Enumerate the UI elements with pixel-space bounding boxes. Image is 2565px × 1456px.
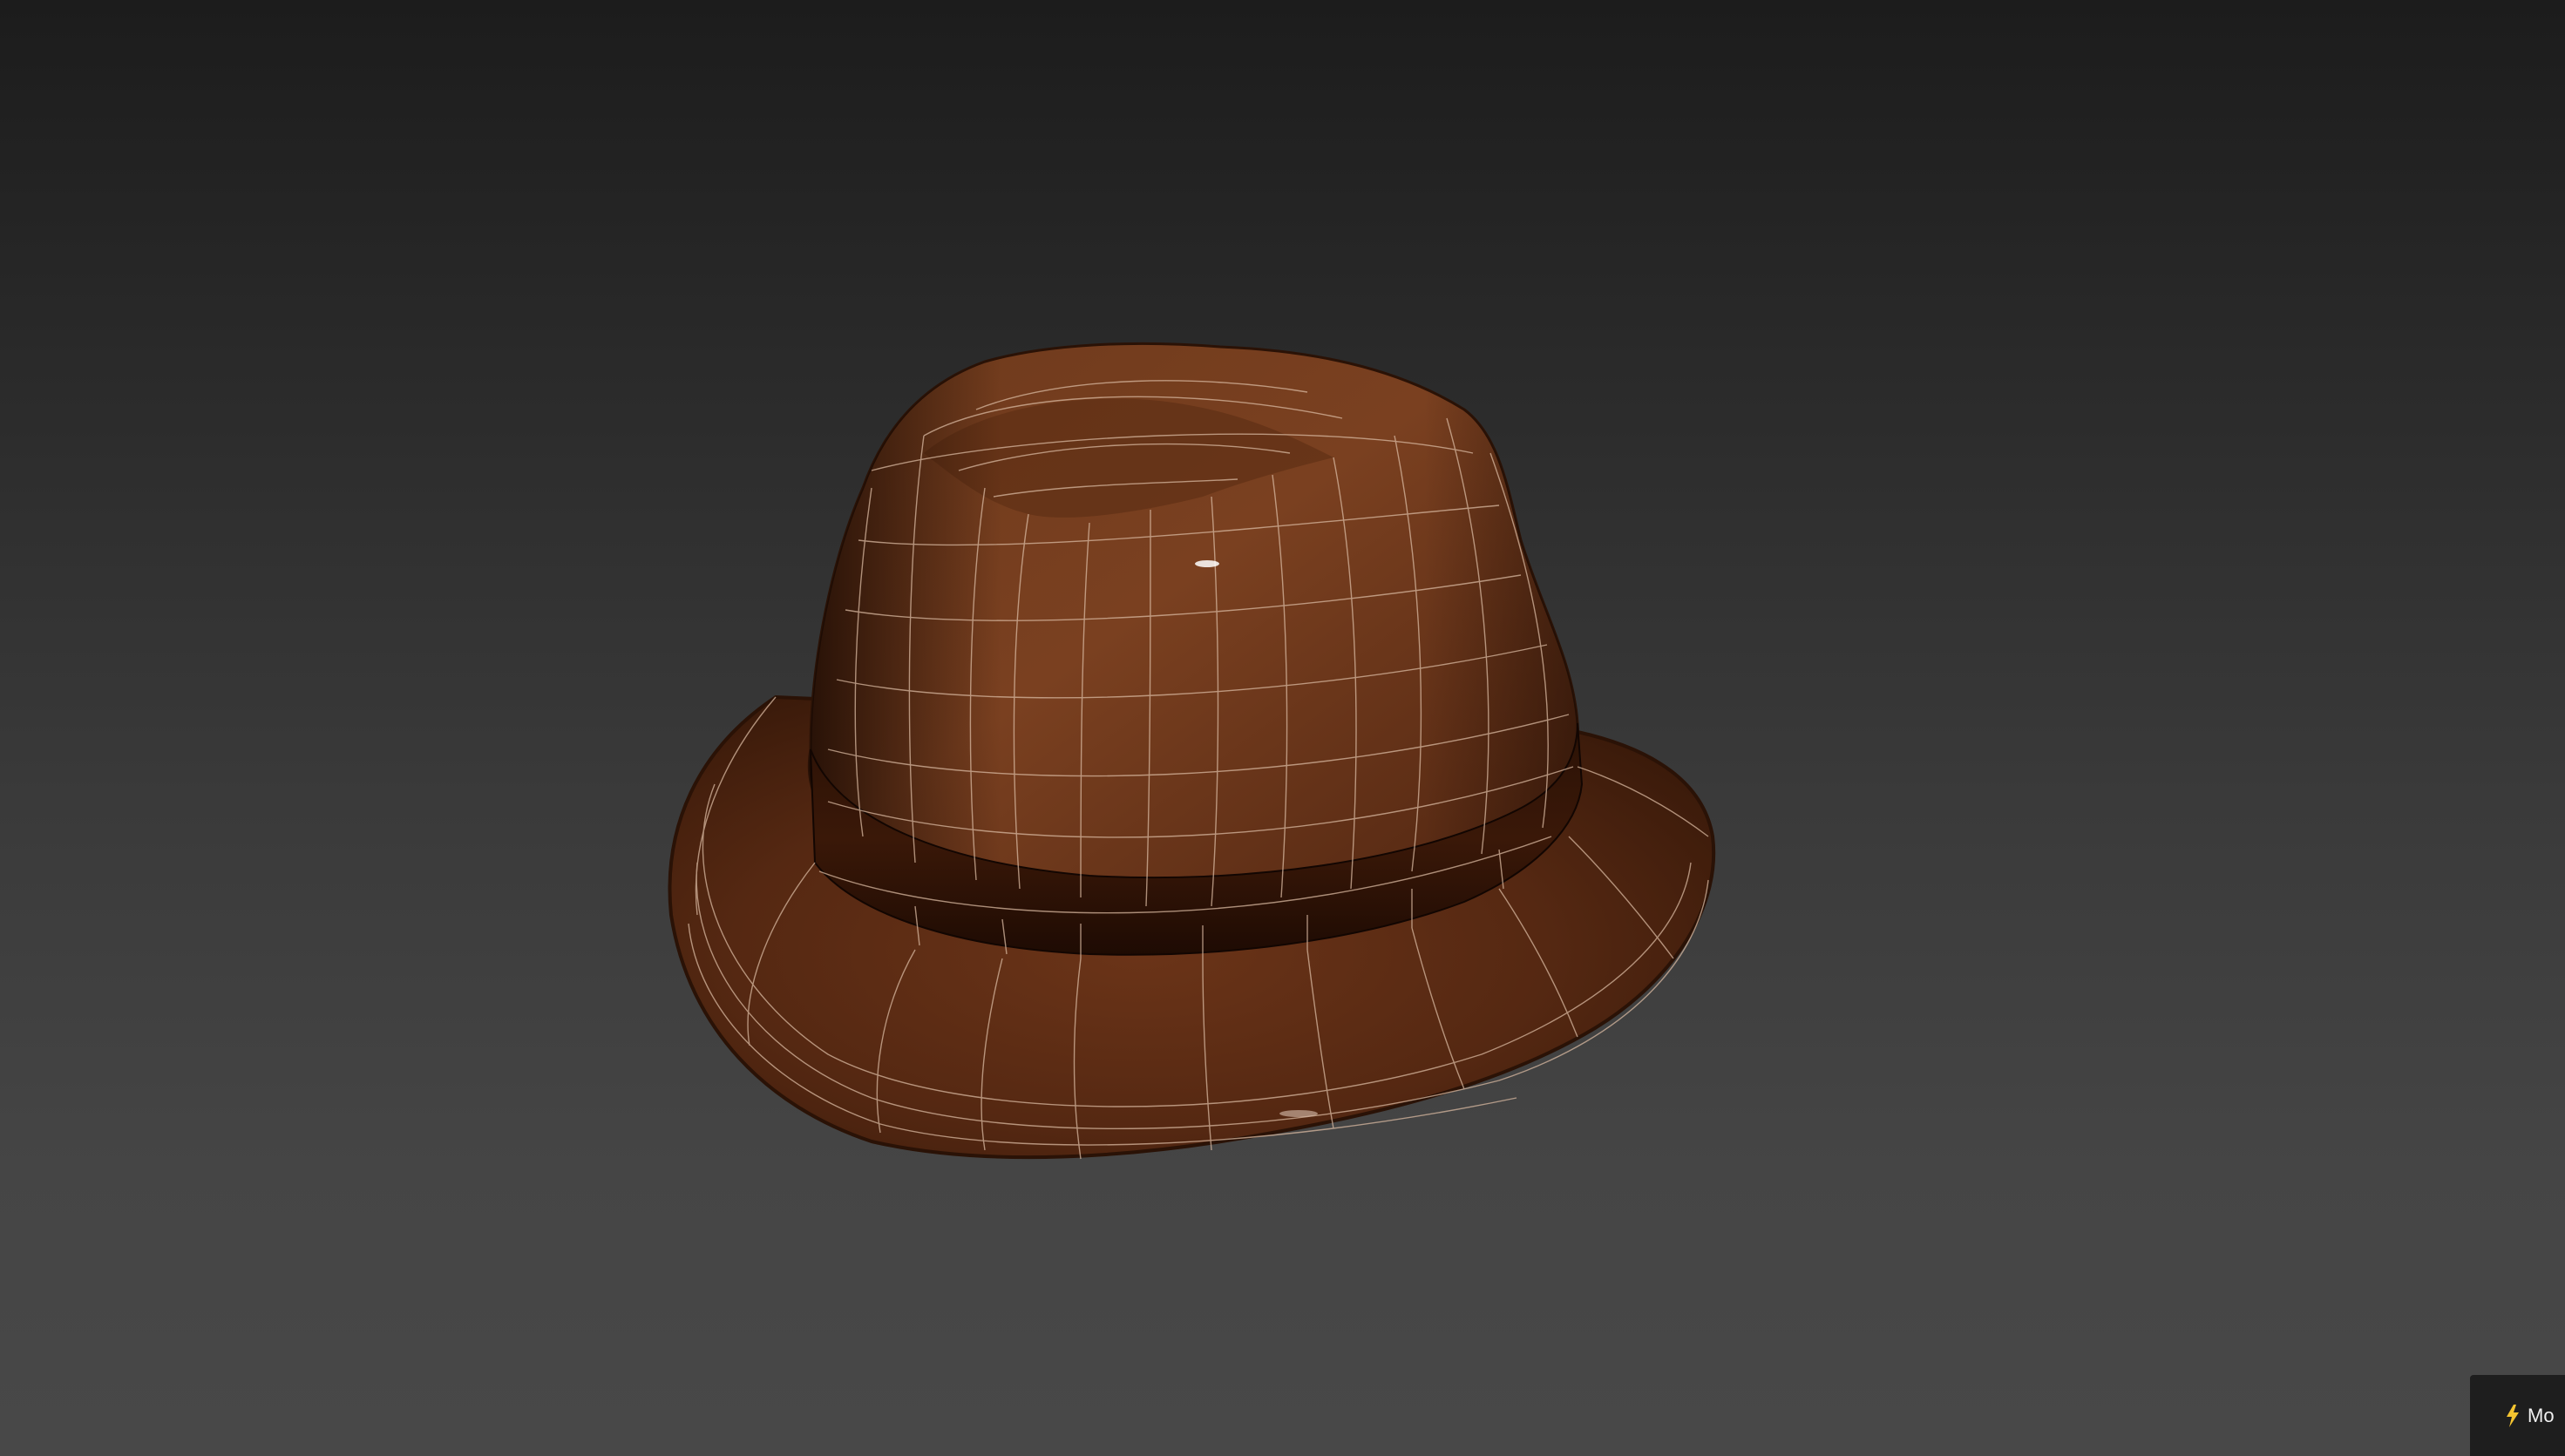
badge-label: Mo [2528, 1404, 2555, 1426]
specular-highlight [1195, 560, 1219, 567]
3d-viewport[interactable]: Mo [0, 0, 2565, 1456]
lightning-bolt-icon [2507, 1404, 2519, 1427]
hat-model[interactable] [0, 0, 2565, 1456]
corner-badge[interactable]: Mo [2470, 1375, 2565, 1456]
